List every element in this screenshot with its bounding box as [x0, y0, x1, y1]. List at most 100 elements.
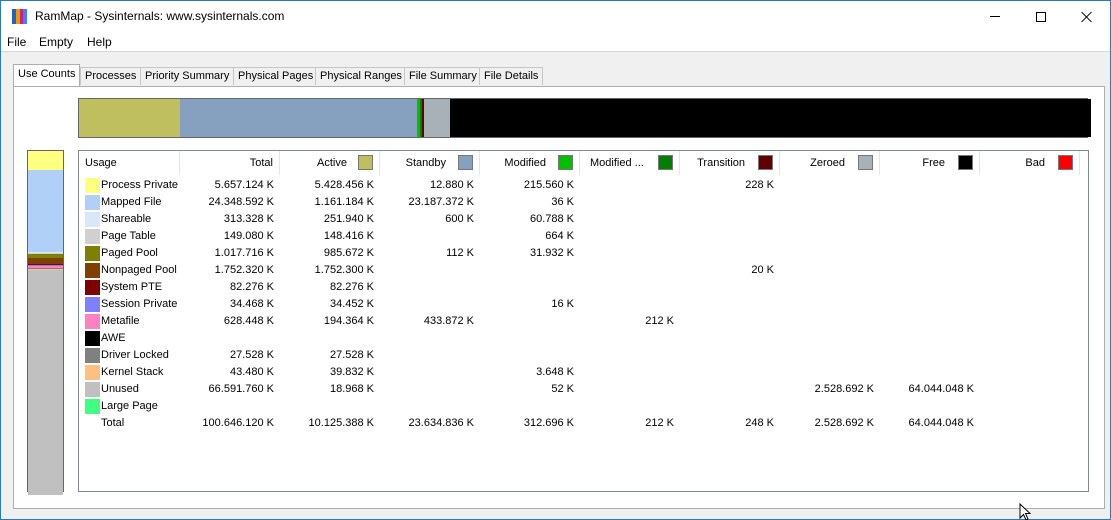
- tab-processes[interactable]: Processes: [80, 67, 142, 85]
- column-label-transition: Transition: [697, 157, 745, 169]
- minimize-icon: [990, 16, 1000, 17]
- column-header-zeroed[interactable]: Zeroed: [780, 151, 880, 175]
- active-color-swatch: [358, 155, 373, 170]
- column-label-free: Free: [922, 157, 945, 169]
- usage-label: Total: [101, 417, 125, 429]
- column-header-standby[interactable]: Standby: [380, 151, 480, 175]
- cell-active: 5.428.456 K: [314, 179, 374, 191]
- cell-standby: 12.880 K: [429, 179, 474, 191]
- title-bar[interactable]: RamMap - Sysinternals: www.sysinternals.…: [1, 1, 1110, 32]
- usage-bar: [27, 150, 64, 495]
- usage-label: Page Table: [101, 230, 156, 242]
- minimize-button[interactable]: [972, 1, 1018, 32]
- cell-total: 66.591.760 K: [208, 383, 274, 395]
- table-row[interactable]: Driver Locked 27.528 K 27.528 K: [79, 347, 1088, 364]
- usage-label: Driver Locked: [101, 349, 169, 361]
- usage-segment-unused: [28, 269, 63, 495]
- menu-file[interactable]: File: [7, 35, 26, 49]
- table-row[interactable]: Nonpaged Pool 1.752.320 K 1.752.300 K 20 K: [79, 262, 1088, 279]
- cell-active: 18.968 K: [329, 383, 374, 395]
- use-counts-list[interactable]: Usage Total Active Standby Modified Modi…: [78, 150, 1089, 492]
- column-label-standby: Standby: [405, 157, 446, 169]
- cell-modified: 215.560 K: [523, 179, 574, 191]
- standby-color-swatch: [458, 155, 473, 170]
- column-label-modified: Modified: [504, 157, 546, 169]
- cell-free: 64.044.048 K: [908, 383, 974, 395]
- table-row[interactable]: Unused 66.591.760 K 18.968 K 52 K 2.528.692 …: [79, 381, 1088, 398]
- menu-empty[interactable]: Empty: [39, 35, 73, 49]
- usage-color-swatch: [85, 195, 100, 210]
- usage-color-swatch: [85, 382, 100, 397]
- cell-active: 34.452 K: [329, 298, 374, 310]
- table-row[interactable]: Process Private 5.657.124 K 5.428.456 K 12.…: [79, 177, 1088, 194]
- column-header-transition[interactable]: Transition: [680, 151, 780, 175]
- cell-standby: 23.634.836 K: [408, 417, 474, 429]
- table-row[interactable]: Page Table 149.080 K 148.416 K 664 K: [79, 228, 1088, 245]
- usage-color-swatch: [85, 263, 100, 278]
- column-header-active[interactable]: Active: [280, 151, 380, 175]
- usage-label: Nonpaged Pool: [101, 264, 177, 276]
- memory-segment-zeroed: [424, 99, 450, 137]
- modified-no-write-color-swatch: [658, 155, 673, 170]
- cell-modified: 36 K: [551, 196, 574, 208]
- cell-modified: 664 K: [545, 230, 574, 242]
- column-header-modified[interactable]: Modified: [480, 151, 580, 175]
- cell-total: 34.468 K: [229, 298, 274, 310]
- tab-priority-summary[interactable]: Priority Summary: [140, 67, 235, 85]
- cell-total: 82.276 K: [229, 281, 274, 293]
- cell-standby: 23.187.372 K: [408, 196, 474, 208]
- cell-standby: 600 K: [445, 213, 474, 225]
- usage-label: AWE: [101, 332, 126, 344]
- usage-label: Session Private: [101, 298, 178, 310]
- close-icon: [1081, 11, 1093, 23]
- cell-active: 1.752.300 K: [314, 264, 374, 276]
- menu-help[interactable]: Help: [87, 35, 112, 49]
- table-row[interactable]: AWE: [79, 330, 1088, 347]
- column-header-usage[interactable]: Usage: [79, 151, 180, 175]
- cell-transition: 228 K: [745, 179, 774, 191]
- column-label-total: Total: [249, 157, 273, 169]
- table-row[interactable]: Paged Pool 1.017.716 K 985.672 K 112 K 31.93…: [79, 245, 1088, 262]
- cell-modified: 52 K: [551, 383, 574, 395]
- table-row[interactable]: Large Page: [79, 398, 1088, 415]
- column-header-free[interactable]: Free: [880, 151, 980, 175]
- maximize-button[interactable]: [1018, 1, 1064, 32]
- column-label-modified-no-write: Modified ...: [590, 157, 644, 169]
- cell-zeroed: 2.528.692 K: [814, 383, 874, 395]
- usage-color-swatch: [85, 399, 100, 414]
- modified-color-swatch: [558, 155, 573, 170]
- memory-segment-active: [79, 99, 181, 137]
- table-row[interactable]: Total 100.646.120 K 10.125.388 K 23.634.836…: [79, 415, 1088, 432]
- usage-color-swatch: [85, 297, 100, 312]
- cell-active: 10.125.388 K: [308, 417, 374, 429]
- cell-free: 64.044.048 K: [908, 417, 974, 429]
- tab-file-summary[interactable]: File Summary: [404, 67, 482, 85]
- cell-modified-nw: 212 K: [645, 417, 674, 429]
- tab-physical-ranges[interactable]: Physical Ranges: [315, 67, 407, 85]
- table-row[interactable]: System PTE 82.276 K 82.276 K: [79, 279, 1088, 296]
- tab-file-details[interactable]: File Details: [479, 67, 544, 85]
- table-row[interactable]: Kernel Stack 43.480 K 39.832 K 3.648 K: [79, 364, 1088, 381]
- column-header-bad[interactable]: Bad: [980, 151, 1080, 175]
- column-header-modified-no-write[interactable]: Modified ...: [580, 151, 680, 175]
- table-row[interactable]: Shareable 313.328 K 251.940 K 600 K 60.788 K: [79, 211, 1088, 228]
- cell-active: 39.832 K: [329, 366, 374, 378]
- usage-color-swatch: [85, 331, 100, 346]
- table-row[interactable]: Mapped File 24.348.592 K 1.161.184 K 23.187…: [79, 194, 1088, 211]
- usage-color-swatch: [85, 314, 100, 329]
- tab-use-counts[interactable]: Use Counts: [13, 64, 81, 86]
- table-row[interactable]: Metafile 628.448 K 194.364 K 433.872 K 212 K: [79, 313, 1088, 330]
- usage-label: Metafile: [101, 315, 140, 327]
- tab-physical-pages[interactable]: Physical Pages: [233, 67, 319, 85]
- usage-label: Shareable: [101, 213, 152, 225]
- cell-modified: 312.696 K: [523, 417, 574, 429]
- memory-segment-free: [449, 99, 1091, 137]
- close-button[interactable]: [1064, 1, 1110, 32]
- column-header-total[interactable]: Total: [180, 151, 280, 175]
- cell-modified: 31.932 K: [529, 247, 574, 259]
- memory-state-bar: [78, 98, 1091, 138]
- cell-active: 1.161.184 K: [314, 196, 374, 208]
- cell-active: 148.416 K: [323, 230, 374, 242]
- cell-modified: 16 K: [551, 298, 574, 310]
- table-row[interactable]: Session Private 34.468 K 34.452 K 16 K: [79, 296, 1088, 313]
